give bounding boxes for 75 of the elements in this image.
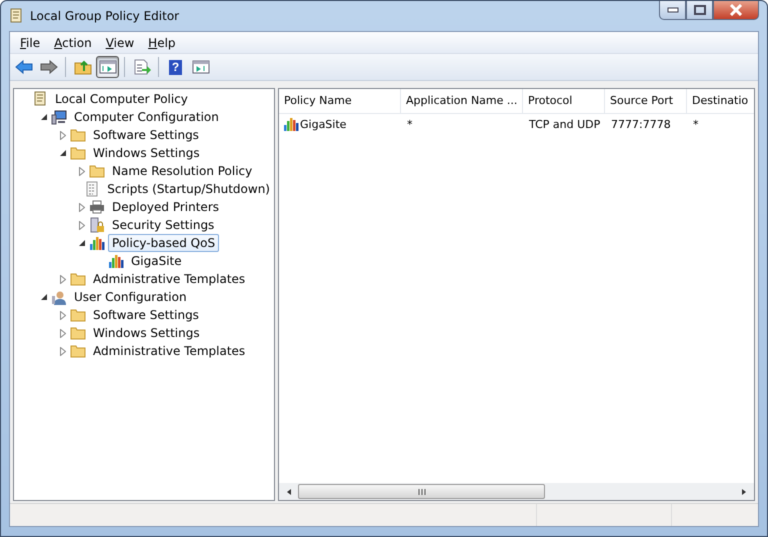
- tree-item[interactable]: Windows Settings: [89, 144, 204, 162]
- column-header[interactable]: Source Port: [605, 89, 687, 113]
- expand-arrow-icon[interactable]: [79, 202, 85, 212]
- pane-icon: [192, 60, 210, 74]
- tree-item[interactable]: Windows Settings: [89, 324, 204, 342]
- folder-icon: [70, 146, 86, 160]
- expand-arrow-icon[interactable]: [79, 166, 85, 176]
- show-tree-button[interactable]: [96, 56, 119, 78]
- collapse-arrow-icon[interactable]: [78, 240, 86, 246]
- close-icon: [729, 4, 743, 16]
- table-cell[interactable]: GigaSite: [300, 118, 346, 130]
- user-icon: [51, 290, 67, 304]
- menu-item[interactable]: File: [13, 36, 48, 50]
- maximize-icon: [694, 5, 706, 15]
- expand-arrow-icon[interactable]: [60, 346, 66, 356]
- tree-item[interactable]: GigaSite: [127, 252, 186, 270]
- right-arrow-icon: [40, 60, 58, 74]
- folder-icon: [70, 272, 86, 286]
- table-cell: *: [407, 118, 412, 130]
- folder-icon: [70, 308, 86, 322]
- tree-item[interactable]: Security Settings: [108, 216, 218, 234]
- tree-item[interactable]: User Configuration: [70, 288, 191, 306]
- horizontal-scrollbar[interactable]: [279, 483, 754, 500]
- menu-item[interactable]: Help: [141, 36, 183, 50]
- tree-item[interactable]: Local Computer Policy: [51, 90, 192, 108]
- left-arrow-icon: [14, 60, 32, 74]
- folder-icon: [70, 344, 86, 358]
- tree-item[interactable]: Administrative Templates: [89, 270, 250, 288]
- expand-arrow-icon[interactable]: [60, 310, 66, 320]
- tree-item[interactable]: Administrative Templates: [89, 342, 250, 360]
- tree-item[interactable]: Computer Configuration: [70, 108, 223, 126]
- tree-item[interactable]: Scripts (Startup/Shutdown): [103, 180, 274, 198]
- pane-icon: [98, 60, 116, 74]
- bar-chart-icon: [108, 254, 124, 268]
- folder-icon: [89, 164, 105, 178]
- expand-arrow-icon[interactable]: [60, 328, 66, 338]
- tree-item[interactable]: Name Resolution Policy: [108, 162, 256, 180]
- close-button[interactable]: [713, 1, 759, 20]
- column-header[interactable]: Protocol: [523, 89, 605, 113]
- table-cell: 7777:7778: [611, 118, 671, 130]
- table-cell: *: [693, 118, 698, 130]
- scroll-thumb[interactable]: [298, 484, 545, 499]
- column-header[interactable]: Application Name ...: [401, 89, 523, 113]
- expand-arrow-icon[interactable]: [60, 130, 66, 140]
- folder-up-icon: [74, 59, 92, 75]
- column-header[interactable]: Destinatio: [687, 89, 754, 113]
- collapse-arrow-icon[interactable]: [40, 114, 48, 120]
- collapse-arrow-icon[interactable]: [60, 150, 66, 156]
- folder-icon: [70, 326, 86, 340]
- scroll-icon: [32, 91, 48, 107]
- help-button[interactable]: ?: [164, 56, 187, 78]
- tree-item[interactable]: Deployed Printers: [108, 198, 224, 216]
- menu-item[interactable]: View: [98, 36, 142, 50]
- scroll-icon: [8, 7, 24, 25]
- collapse-arrow-icon[interactable]: [40, 294, 48, 300]
- server-lock-icon: [89, 217, 105, 233]
- maximize-button[interactable]: [686, 1, 713, 20]
- bar-chart-icon: [89, 236, 105, 250]
- export-list-icon: [132, 59, 150, 75]
- expand-arrow-icon[interactable]: [79, 220, 85, 230]
- minimize-icon: [666, 7, 678, 13]
- window-title: Local Group Policy Editor: [30, 9, 180, 23]
- tree-item[interactable]: Software Settings: [89, 126, 203, 144]
- printer-icon: [89, 200, 105, 214]
- expand-arrow-icon[interactable]: [60, 274, 66, 284]
- column-header[interactable]: Policy Name: [279, 89, 401, 113]
- table-cell: TCP and UDP: [529, 118, 600, 130]
- bar-chart-icon: [283, 117, 299, 131]
- folder-icon: [70, 128, 86, 142]
- menu-item[interactable]: Action: [47, 36, 99, 50]
- computer-icon: [51, 110, 67, 124]
- script-icon: [84, 181, 100, 197]
- minimize-button[interactable]: [659, 1, 686, 20]
- tree-item[interactable]: Software Settings: [89, 306, 203, 324]
- tree-item[interactable]: Policy-based QoS: [108, 234, 220, 252]
